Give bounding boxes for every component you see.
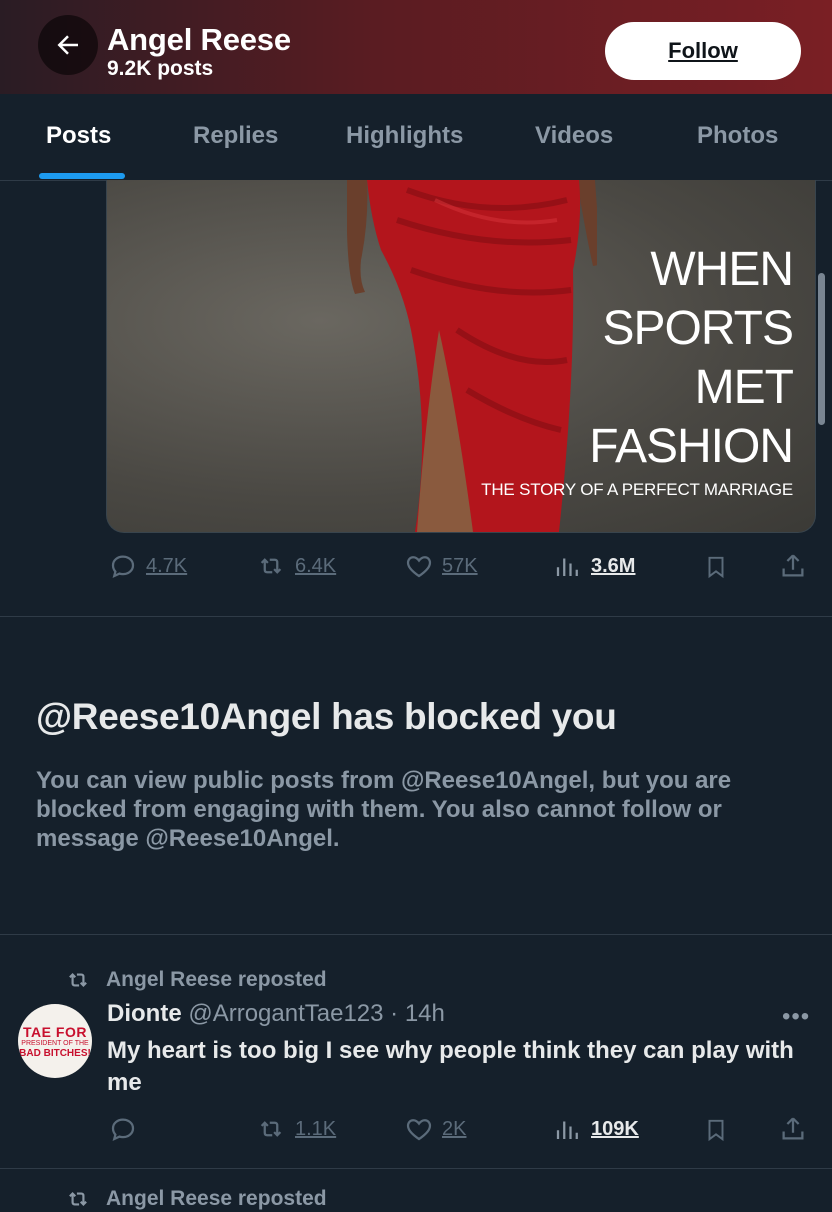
blocked-title: @Reese10Angel has blocked you — [36, 696, 617, 737]
follow-button[interactable]: Follow — [605, 22, 801, 80]
repost-count: 1.1K — [295, 1117, 337, 1140]
back-button[interactable] — [38, 15, 98, 75]
repost-icon — [69, 1192, 87, 1206]
reply-icon — [111, 555, 135, 578]
author-handle-time[interactable]: @ArrogantTae123 · 14h — [188, 1000, 445, 1027]
headline-line: MET — [694, 361, 794, 414]
repost-button[interactable]: 6.4K — [255, 551, 336, 581]
repost-context-label: Angel Reese reposted — [106, 1187, 327, 1210]
repost-context-label: Angel Reese reposted — [106, 968, 327, 991]
bookmark-icon — [708, 556, 724, 579]
divider — [0, 616, 832, 617]
more-options-icon[interactable]: ••• — [782, 1003, 810, 1031]
repost-icon — [260, 558, 282, 574]
share-icon — [782, 554, 804, 577]
arrow-left-icon — [57, 35, 78, 55]
posts-count: 9.2K posts — [107, 57, 214, 80]
media-subtitle: THE STORY OF A PERFECT MARRIAGE — [481, 480, 793, 499]
repost-count: 6.4K — [295, 554, 337, 577]
reply-count: 4.7K — [146, 554, 188, 577]
profile-name: Angel Reese — [107, 22, 291, 57]
views-chart-icon — [556, 1121, 578, 1139]
like-count: 2K — [442, 1117, 467, 1140]
blocked-message: You can view public posts from @Reese10A… — [36, 767, 732, 852]
post-media-image[interactable]: WHEN SPORTS MET FASHION THE STORY OF A P… — [106, 180, 816, 533]
reply-button[interactable] — [108, 1114, 138, 1144]
share-icon — [782, 1117, 804, 1140]
tab-posts[interactable]: Posts — [46, 122, 111, 150]
repost-icon — [260, 1121, 282, 1137]
reply-button[interactable]: 4.7K — [108, 551, 187, 581]
headline-line: WHEN — [650, 243, 794, 296]
view-count: 3.6M — [591, 554, 636, 577]
avatar[interactable]: TAE FOR PRESIDENT OF THE BAD BITCHES! — [18, 1004, 92, 1078]
headline-line: FASHION — [589, 420, 794, 473]
bookmark-button[interactable] — [703, 1116, 729, 1149]
post-author[interactable]: Dionte @ArrogantTae123 · 14h — [107, 1000, 445, 1028]
bookmark-icon — [708, 1119, 724, 1142]
media-headline: WHEN SPORTS MET FASHION — [589, 240, 794, 476]
active-tab-indicator — [39, 173, 125, 179]
tab-highlights[interactable]: Highlights — [346, 122, 463, 150]
tab-videos[interactable]: Videos — [535, 122, 613, 150]
share-button[interactable] — [778, 551, 808, 586]
like-button[interactable]: 57K — [404, 551, 478, 581]
author-name[interactable]: Dionte — [107, 1000, 182, 1027]
heart-icon — [406, 556, 432, 578]
post-text: My heart is too big I see why people thi… — [107, 1037, 794, 1096]
heart-icon — [406, 1119, 432, 1141]
views-button[interactable]: 3.6M — [553, 551, 635, 581]
tab-replies[interactable]: Replies — [193, 122, 278, 150]
like-count: 57K — [442, 554, 478, 577]
view-count: 109K — [591, 1117, 639, 1140]
share-button[interactable] — [778, 1114, 808, 1149]
headline-line: SPORTS — [602, 302, 794, 355]
avatar-text: TAE FOR — [23, 1023, 87, 1040]
divider — [0, 1168, 832, 1169]
bookmark-button[interactable] — [703, 553, 729, 586]
repost-button[interactable]: 1.1K — [255, 1114, 336, 1144]
tab-photos[interactable]: Photos — [697, 122, 778, 150]
repost-context[interactable]: Angel Reese reposted — [64, 1186, 327, 1212]
views-button[interactable]: 109K — [553, 1114, 639, 1144]
views-chart-icon — [556, 558, 578, 576]
avatar-text: PRESIDENT OF THE — [21, 1039, 89, 1047]
like-button[interactable]: 2K — [404, 1114, 466, 1144]
reply-icon — [111, 1118, 135, 1141]
repost-icon — [69, 973, 87, 987]
divider — [0, 934, 832, 935]
scrollbar[interactable] — [818, 273, 825, 425]
repost-context[interactable]: Angel Reese reposted — [64, 967, 327, 993]
avatar-text: BAD BITCHES! — [19, 1047, 91, 1059]
